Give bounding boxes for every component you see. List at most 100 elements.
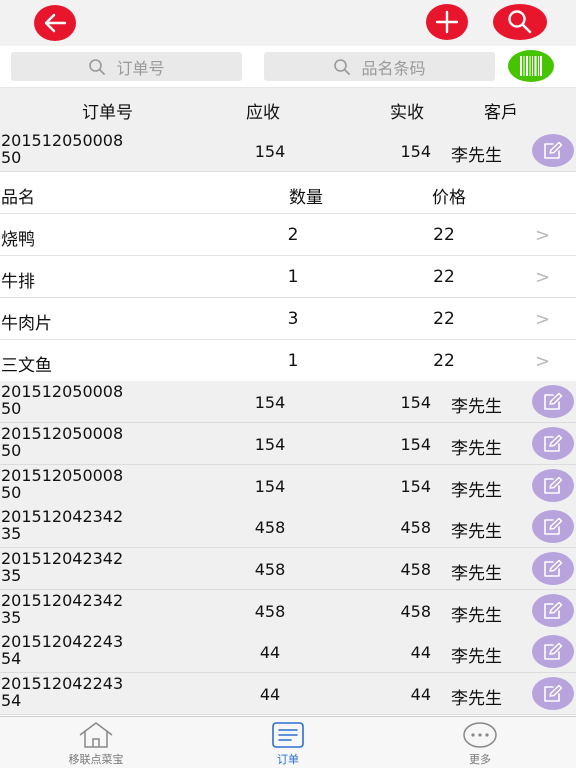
chevron-right-icon: > (535, 225, 551, 246)
order-list-icon (272, 722, 304, 748)
order-paid: 44 (410, 643, 431, 662)
edit-icon (544, 642, 563, 660)
chevron-right-icon: > (535, 309, 551, 330)
order-due: 458 (254, 602, 286, 621)
order-customer: 李先生 (451, 146, 502, 166)
order-customer: 李先生 (451, 397, 502, 417)
search-icon (333, 58, 351, 76)
order-customer: 李先生 (451, 522, 502, 542)
magnifier-icon (508, 10, 532, 34)
tab-more[interactable]: 更多 (420, 721, 540, 767)
product-search-input[interactable]: 品名条码 (264, 52, 495, 81)
edit-icon (544, 476, 563, 494)
item-qty: 2 (287, 225, 299, 245)
tab-orders-label: 订单 (277, 753, 299, 766)
edit-order-button[interactable] (532, 594, 574, 627)
detail-item-row[interactable]: 牛排 1 22 > (0, 256, 576, 298)
tab-bar: 移联点菜宝 订单 更多 (0, 716, 576, 768)
item-price: 22 (433, 351, 455, 371)
search-button[interactable] (493, 4, 547, 40)
order-no: 201512042243 54 (1, 674, 124, 710)
item-name: 烧鸭 (1, 230, 35, 250)
order-search-input[interactable]: 订单号 (11, 52, 242, 81)
order-row[interactable]: 201512042342 35 458 458 李先生 (0, 548, 576, 590)
tab-home[interactable]: 移联点菜宝 (36, 721, 156, 767)
arrow-left-icon (44, 13, 67, 33)
order-no: 201512042243 54 (1, 632, 124, 668)
order-row[interactable]: 201512042342 35 458 458 李先生 (0, 590, 576, 632)
order-row[interactable]: 201512050008 50 154 154 李先生 (0, 381, 576, 423)
item-price: 22 (433, 225, 455, 245)
item-qty: 3 (287, 309, 299, 329)
chevron-right-icon: > (535, 351, 551, 372)
search-bar: 订单号 品名条码 (0, 46, 576, 88)
edit-icon (544, 141, 563, 159)
edit-order-button[interactable] (532, 677, 574, 710)
order-customer: 李先生 (451, 689, 502, 709)
header-customer: 客戶 (484, 103, 518, 123)
item-price: 22 (433, 309, 455, 329)
edit-order-button[interactable] (532, 552, 574, 585)
order-row[interactable]: 201512042243 54 44 44 李先生 (0, 631, 576, 673)
item-name: 牛排 (1, 272, 35, 292)
tab-orders[interactable]: 订单 (228, 721, 348, 767)
edit-order-button[interactable] (532, 510, 574, 543)
order-customer: 李先生 (451, 481, 502, 501)
order-no: 201512050008 50 (1, 131, 124, 167)
table-header: 订单号 应收 实收 客戶 (0, 88, 576, 130)
order-due: 458 (254, 518, 286, 537)
order-paid: 458 (400, 560, 431, 579)
order-customer: 李先生 (451, 647, 502, 667)
product-search-placeholder: 品名条码 (361, 58, 426, 78)
order-no: 201512042342 35 (1, 549, 124, 585)
order-search-placeholder: 订单号 (116, 58, 165, 78)
edit-order-button[interactable] (532, 385, 574, 418)
add-button[interactable] (426, 4, 468, 40)
item-price: 22 (433, 267, 455, 287)
tab-home-label: 移联点菜宝 (68, 753, 124, 766)
detail-item-row[interactable]: 三文鱼 1 22 > (0, 340, 576, 382)
search-icon (88, 58, 106, 76)
edit-icon (544, 559, 563, 577)
detail-item-row[interactable]: 烧鸭 2 22 > (0, 214, 576, 256)
edit-order-button[interactable] (532, 427, 574, 460)
plus-icon (435, 10, 459, 34)
detail-header-qty: 数量 (289, 188, 323, 208)
tab-more-label: 更多 (469, 753, 491, 766)
edit-icon (544, 517, 563, 535)
order-row[interactable]: 201512042243 54 44 44 李先生 (0, 673, 576, 715)
item-name: 三文鱼 (1, 356, 52, 376)
order-no: 201512050008 50 (1, 382, 124, 418)
order-due: 458 (254, 560, 286, 579)
more-icon (463, 722, 497, 748)
order-due: 44 (259, 685, 281, 704)
top-bar (0, 0, 576, 46)
edit-icon (544, 684, 563, 702)
detail-header-name: 品名 (1, 188, 35, 208)
detail-item-row[interactable]: 牛肉片 3 22 > (0, 298, 576, 340)
detail-header: 品名 数量 价格 (0, 172, 576, 214)
order-due: 154 (254, 142, 286, 161)
back-button[interactable] (34, 5, 76, 41)
header-order-no: 订单号 (82, 103, 133, 123)
edit-icon (544, 392, 563, 410)
edit-order-button[interactable] (532, 134, 574, 167)
order-row[interactable]: 201512050008 50 154 154 李先生 (0, 465, 576, 507)
header-due: 应收 (246, 103, 280, 123)
edit-order-button[interactable] (532, 635, 574, 668)
barcode-scan-button[interactable] (508, 50, 554, 82)
order-row-expanded[interactable]: 201512050008 50 154 154 李先生 (0, 130, 576, 172)
detail-header-price: 价格 (432, 188, 466, 208)
order-row[interactable]: 201512050008 50 154 154 李先生 (0, 423, 576, 465)
edit-order-button[interactable] (532, 469, 574, 502)
item-qty: 1 (287, 267, 299, 287)
order-no: 201512042342 35 (1, 507, 124, 543)
order-row[interactable]: 201512042342 35 458 458 李先生 (0, 506, 576, 548)
edit-icon (544, 601, 563, 619)
order-paid: 458 (400, 602, 431, 621)
order-due: 154 (254, 435, 286, 454)
item-name: 牛肉片 (1, 314, 52, 334)
barcode-icon (520, 56, 542, 76)
order-customer: 李先生 (451, 606, 502, 626)
order-paid: 44 (410, 685, 431, 704)
